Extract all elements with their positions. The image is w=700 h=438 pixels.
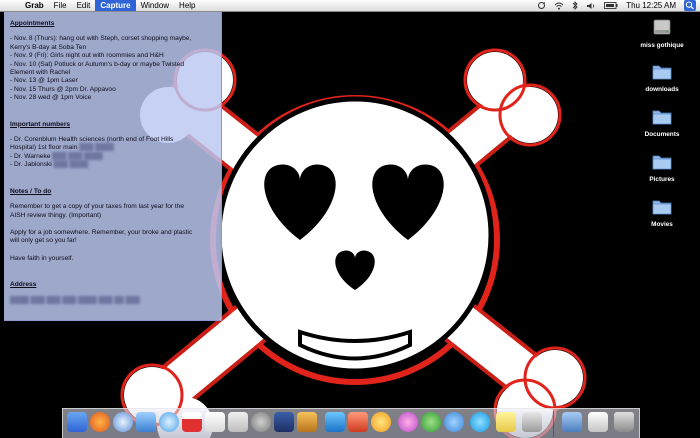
mail-icon[interactable] — [136, 412, 156, 432]
finder-icon[interactable] — [67, 412, 87, 432]
menu-help[interactable]: Help — [174, 0, 200, 11]
sync-icon[interactable] — [537, 1, 546, 10]
desktop-icon-label: downloads — [645, 86, 679, 93]
applications-folder-icon[interactable] — [562, 412, 582, 432]
folder-icon — [652, 200, 672, 215]
flower-app-icon[interactable] — [371, 412, 391, 432]
menu-clock[interactable]: Thu 12:25 AM — [626, 0, 676, 11]
desktop-icon-hard-drive[interactable]: miss gothique — [632, 16, 692, 49]
menu-file[interactable]: File — [49, 0, 72, 11]
folder-icon — [652, 65, 672, 80]
menu-bar: Grab File Edit Capture Window Help Thu 1… — [0, 0, 700, 12]
redacted-text: ████ ███ ███ ███ ████ ███ ██ ███ — [10, 296, 140, 304]
stickies-note[interactable]: Appointments - Nov. 8 (Thurs): hang out … — [4, 12, 222, 321]
note-line: - Nov. 13 @ 1pm Laser — [10, 77, 78, 85]
note-line: - Nov. 8 (Thurs): hang out with Steph, c… — [10, 35, 192, 43]
battery-icon[interactable] — [604, 2, 618, 9]
menu-window[interactable]: Window — [136, 0, 174, 11]
note-heading: Address — [10, 281, 37, 289]
note-line: Apply for a job somewhere. Remember, you… — [10, 228, 193, 236]
note-section-appointments: Appointments - Nov. 8 (Thurs): hang out … — [10, 20, 221, 103]
trash-icon[interactable] — [614, 412, 634, 432]
ical-icon[interactable] — [182, 412, 202, 432]
redacted-text: ███ ████ — [53, 161, 89, 169]
folder-icon — [652, 155, 672, 170]
desktop-icon-label: Movies — [651, 221, 673, 228]
app-icon[interactable] — [348, 412, 368, 432]
desktop-icon-label: Documents — [644, 131, 680, 138]
apple-menu-icon[interactable] — [0, 0, 22, 11]
note-heading: Important numbers — [10, 120, 71, 128]
note-line: Have faith in yourself. — [10, 254, 74, 262]
wifi-icon[interactable] — [554, 2, 564, 10]
note-line: - Nov. 10 (Sat) Potluck or Autumn's b-da… — [10, 60, 184, 68]
note-line: - Nov. 15 Thurs @ 2pm Dr. Appavoo — [10, 85, 116, 93]
skype-icon[interactable] — [470, 412, 490, 432]
menu-capture[interactable]: Capture — [95, 0, 136, 11]
note-line: - Dr. Jablonski ███ ████ — [10, 161, 89, 169]
note-section-address: Address ████ ███ ███ ███ ████ ███ ██ ███ — [10, 281, 221, 305]
note-line: AISH review thingy. (Important) — [10, 211, 102, 219]
note-section-notes-todo: Notes / To do Remember to get a copy of … — [10, 188, 221, 263]
app-menu-grab[interactable]: Grab — [22, 0, 49, 11]
documents-stack-icon[interactable] — [588, 412, 608, 432]
note-line: Remember to get a copy of your taxes fro… — [10, 203, 185, 211]
desktop-icon-downloads[interactable]: downloads — [632, 60, 692, 93]
menu-edit[interactable]: Edit — [72, 0, 96, 11]
dock — [62, 408, 640, 438]
note-line: Element with Rachel — [10, 69, 71, 77]
note-heading: Notes / To do — [10, 187, 52, 195]
hard-drive-icon — [653, 19, 671, 35]
itunes-icon[interactable] — [159, 412, 179, 432]
desktop-icon-label: Pictures — [649, 176, 675, 183]
imovie-icon[interactable] — [274, 412, 294, 432]
firefox-icon[interactable] — [90, 412, 110, 432]
preview-icon[interactable] — [228, 412, 248, 432]
note-line: - Nov. 28 wed @ 1pm Voice — [10, 94, 92, 102]
pencil-app-icon[interactable] — [325, 412, 345, 432]
redacted-text: ███ ███ ████ — [52, 152, 103, 160]
safari-icon[interactable] — [113, 412, 133, 432]
note-heading: Appointments — [10, 20, 55, 27]
note-line: - Dr. Warneke ███ ███ ████ — [10, 152, 103, 160]
redacted-text: ███ ████ — [79, 144, 114, 152]
chat-icon[interactable] — [444, 412, 464, 432]
desktop-icon-movies[interactable]: Movies — [632, 195, 692, 228]
grab-icon[interactable] — [522, 412, 542, 432]
garageband-icon[interactable] — [297, 412, 317, 432]
messenger-icon[interactable] — [421, 412, 441, 432]
desktop[interactable]: Grab File Edit Capture Window Help Thu 1… — [0, 0, 700, 438]
note-line: will only get so you far! — [10, 237, 77, 245]
desktop-icon-pictures[interactable]: Pictures — [632, 150, 692, 183]
spotlight-icon[interactable] — [684, 0, 696, 11]
desktop-icon-label: miss gothique — [640, 42, 684, 49]
note-line: Kerry's B-day at Soba Ten — [10, 43, 87, 51]
note-line: Hospital) 1st floor main ███ ████ — [10, 144, 114, 152]
stickies-icon[interactable] — [496, 412, 516, 432]
desktop-icon-documents[interactable]: Documents — [632, 105, 692, 138]
dock-separator — [553, 411, 554, 437]
note-section-important-numbers: Important numbers - Dr. Corenblum Health… — [10, 121, 221, 170]
butterfly-app-icon[interactable] — [398, 412, 418, 432]
folder-icon — [652, 110, 672, 125]
note-line: - Nov. 9 (Fri): Girls night out with roo… — [10, 52, 164, 60]
volume-icon[interactable] — [586, 2, 596, 10]
textedit-icon[interactable] — [205, 412, 225, 432]
system-prefs-icon[interactable] — [251, 412, 271, 432]
bluetooth-icon[interactable] — [572, 1, 578, 10]
note-line: - Dr. Corenblum Health sciences (north e… — [10, 136, 174, 144]
